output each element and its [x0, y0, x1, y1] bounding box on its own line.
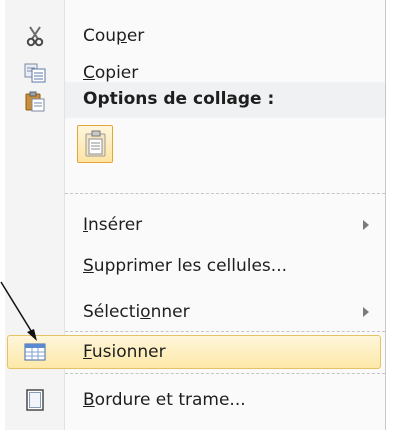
annotation-arrow-icon: [0, 281, 37, 341]
